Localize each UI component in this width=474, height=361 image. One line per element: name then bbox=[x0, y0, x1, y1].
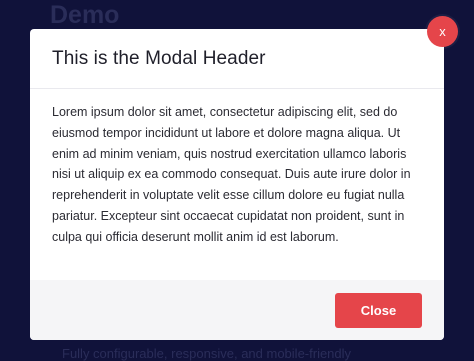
background-footer-text: Fully configurable, responsive, and mobi… bbox=[62, 346, 352, 361]
modal-title: This is the Modal Header bbox=[52, 47, 266, 69]
modal-dialog: This is the Modal Header Lorem ipsum dol… bbox=[30, 29, 444, 340]
modal-body-text: Lorem ipsum dolor sit amet, consectetur … bbox=[52, 105, 411, 244]
close-x-icon[interactable]: x bbox=[427, 16, 458, 47]
modal-footer: Close bbox=[30, 280, 444, 340]
close-button[interactable]: Close bbox=[335, 293, 422, 328]
modal-body: Lorem ipsum dolor sit amet, consectetur … bbox=[30, 89, 444, 279]
background-page-title: Demo bbox=[50, 1, 120, 29]
modal-header: This is the Modal Header bbox=[30, 29, 444, 89]
